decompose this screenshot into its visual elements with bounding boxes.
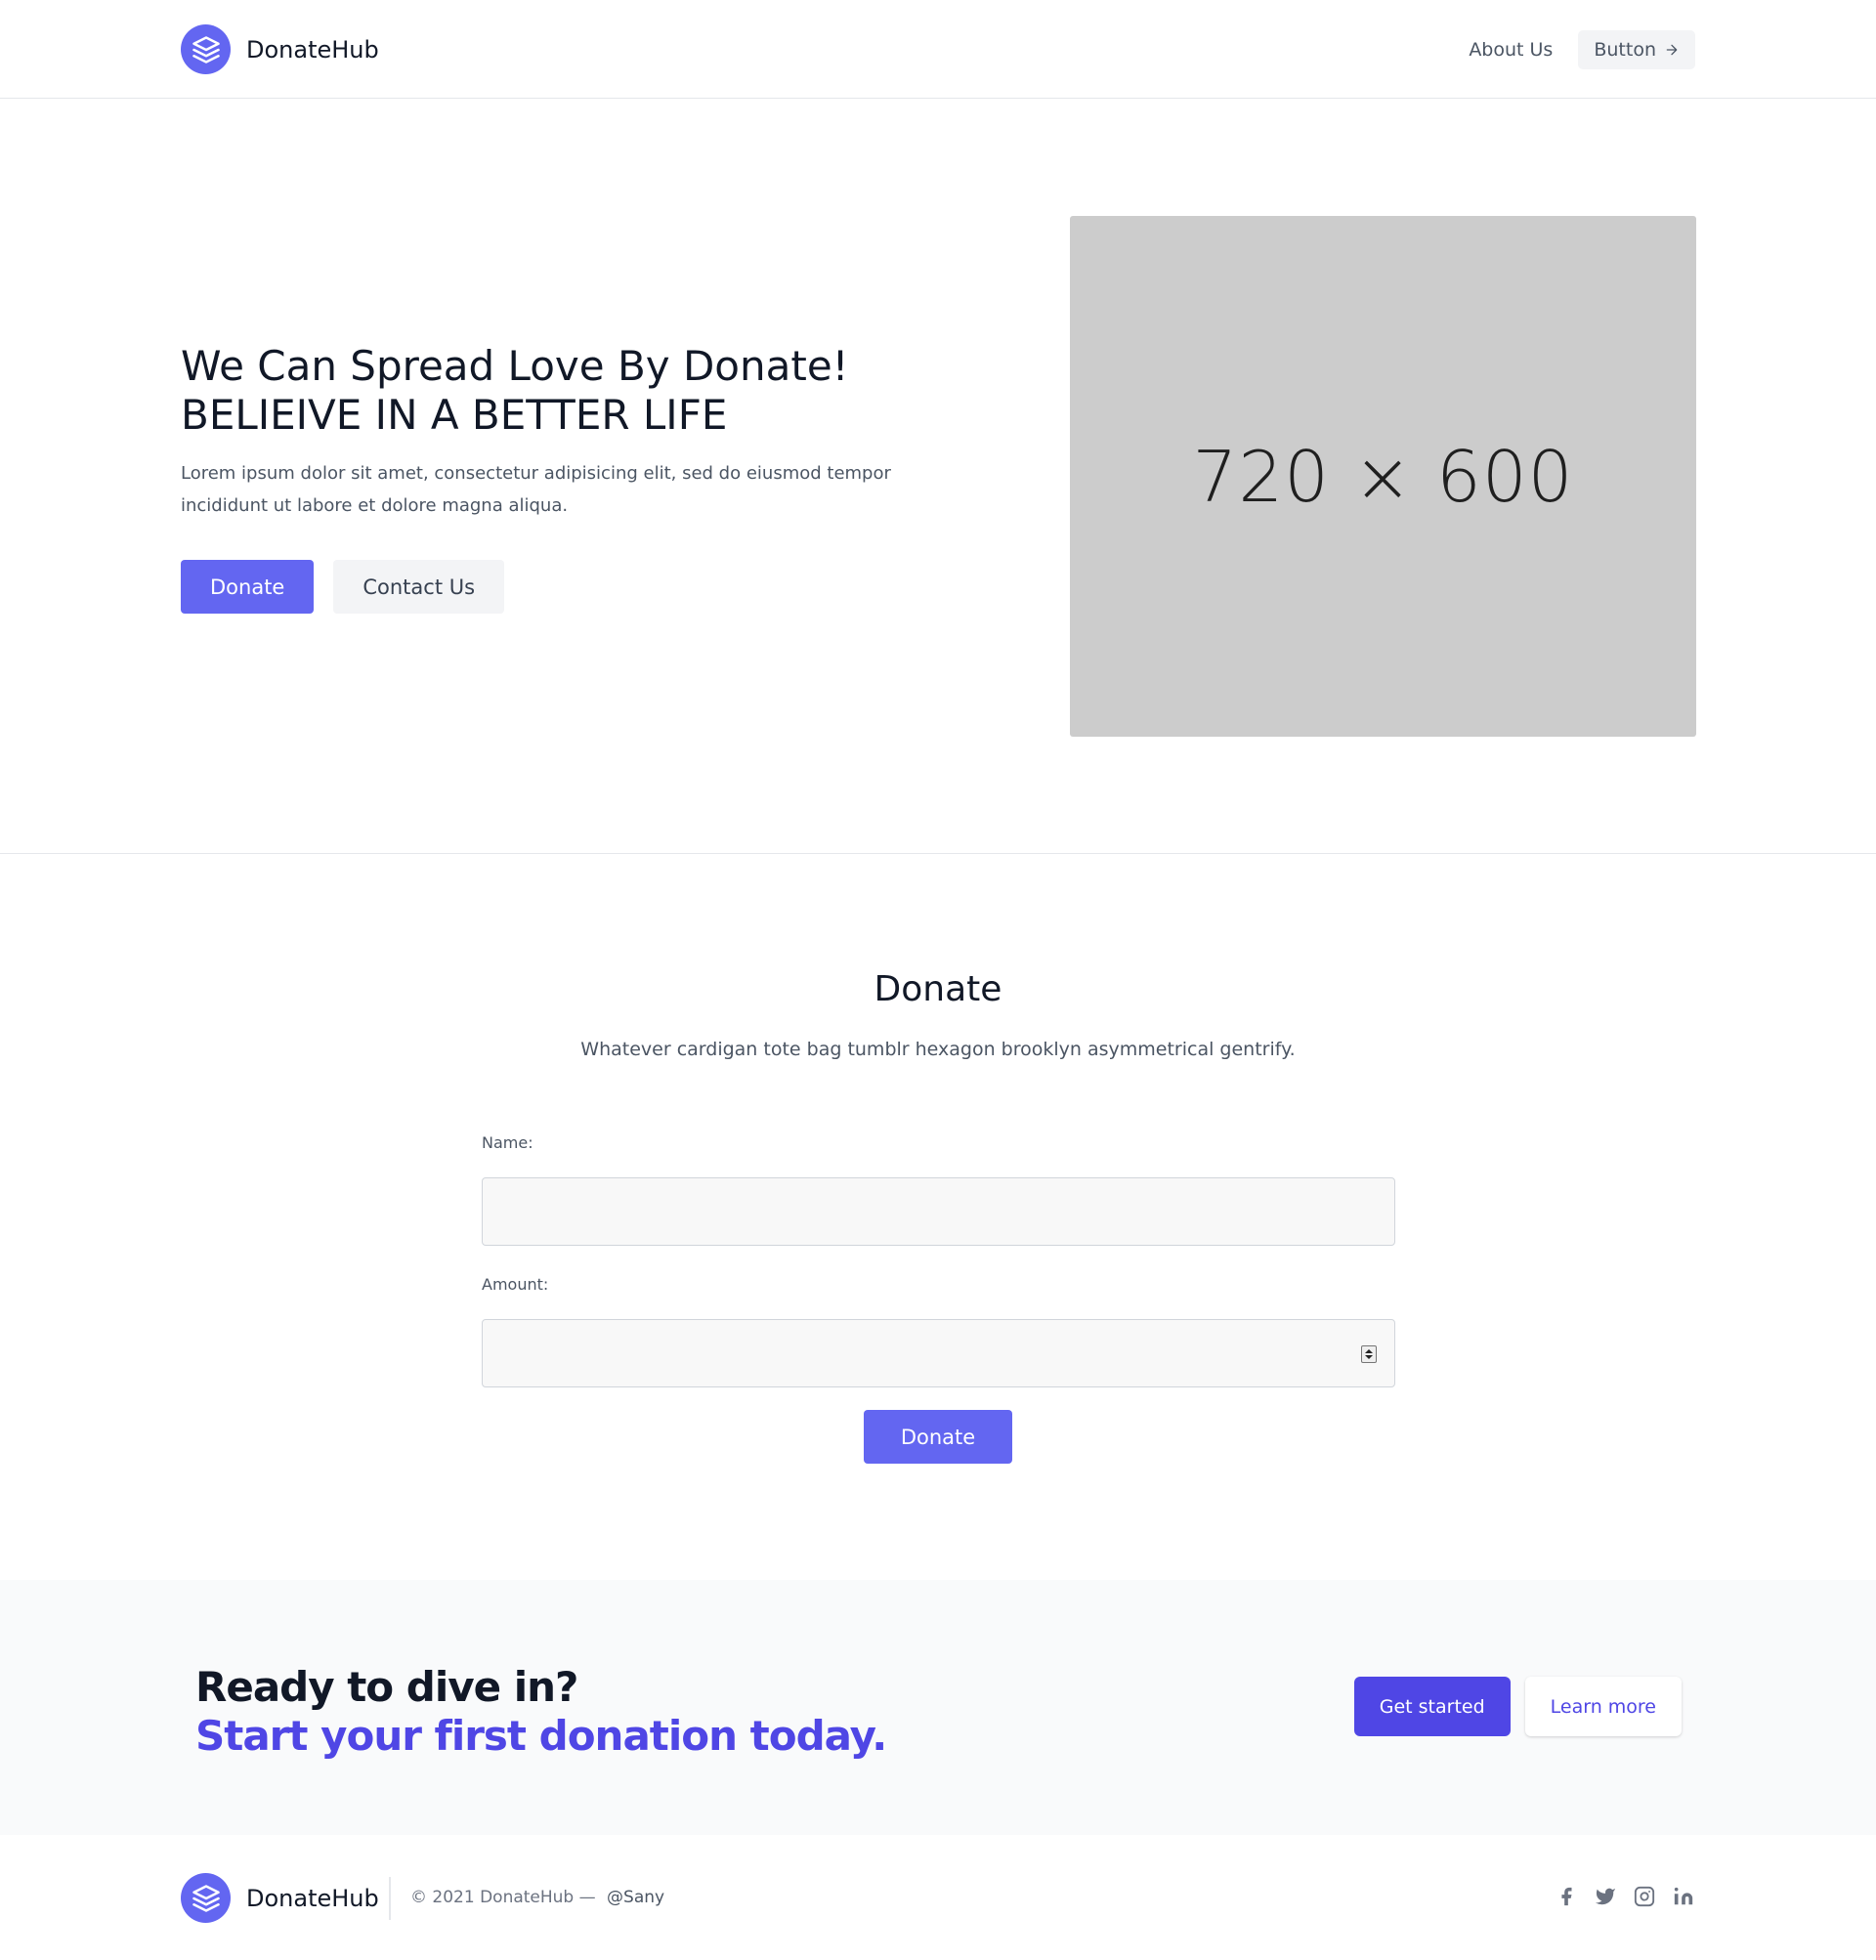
copyright-text: © 2021 DonateHub — (410, 1888, 596, 1907)
footer-separator (389, 1877, 391, 1920)
learn-more-button[interactable]: Learn more (1524, 1677, 1682, 1736)
brand-link[interactable]: DonateHub (181, 24, 379, 74)
cta-section: Ready to dive in? Start your first donat… (0, 1580, 1876, 1835)
hero-title-line1: We Can Spread Love By Donate! (181, 342, 849, 390)
hero-image-size-label: 720 × 600 (1192, 435, 1574, 518)
header-button-label: Button (1594, 38, 1656, 61)
site-header: DonateHub About Us Button (0, 0, 1876, 99)
cta-heading-line2: Start your first donation today. (195, 1712, 887, 1760)
get-started-button[interactable]: Get started (1353, 1677, 1511, 1736)
linkedin-icon[interactable] (1672, 1885, 1695, 1908)
section-divider (0, 853, 1876, 854)
hero-contact-button[interactable]: Contact Us (333, 560, 505, 614)
hero-description: Lorem ipsum dolor sit amet, consectetur … (181, 463, 891, 516)
author-handle-link[interactable]: @Sany (607, 1888, 664, 1907)
hero-image-placeholder: 720 × 600 (1070, 216, 1696, 737)
facebook-icon[interactable] (1555, 1885, 1578, 1908)
cta-heading-line1: Ready to dive in? (195, 1663, 578, 1711)
cta-heading: Ready to dive in? Start your first donat… (195, 1663, 887, 1761)
hero-title-line2: BELIEIVE IN A BETTER LIFE (181, 391, 728, 439)
hero-donate-button[interactable]: Donate (181, 560, 315, 614)
amount-stepper[interactable] (1361, 1345, 1377, 1363)
brand-name: DonateHub (246, 35, 379, 64)
footer-stack-logo-icon (181, 1873, 231, 1923)
hero-actions: Donate Contact Us (181, 560, 505, 614)
social-links (1555, 1885, 1695, 1908)
name-input[interactable] (482, 1177, 1395, 1246)
arrow-right-icon (1666, 44, 1678, 55)
nav-about-us-link[interactable]: About Us (1469, 39, 1553, 61)
main-nav: About Us Button (1469, 29, 1695, 69)
donate-section-title: Donate (874, 969, 1002, 1009)
donate-submit-button[interactable]: Donate (864, 1410, 1012, 1464)
footer-brand-name: DonateHub (246, 1884, 379, 1912)
footer-copyright: © 2021 DonateHub — @Sany (410, 1888, 664, 1907)
donate-section-subtitle: Whatever cardigan tote bag tumblr hexago… (580, 1039, 1296, 1060)
hero-title: We Can Spread Love By Donate! BELIEIVE I… (181, 342, 849, 440)
amount-input[interactable] (482, 1319, 1395, 1387)
footer-brand-link[interactable]: DonateHub (181, 1873, 379, 1923)
cta-actions: Get started Learn more (1353, 1677, 1682, 1736)
stack-logo-icon (181, 24, 231, 74)
twitter-icon[interactable] (1594, 1885, 1617, 1908)
header-button[interactable]: Button (1578, 29, 1695, 69)
stepper-up-icon[interactable] (1365, 1349, 1373, 1353)
name-field-label: Name: (482, 1133, 533, 1152)
stepper-down-icon[interactable] (1365, 1355, 1373, 1359)
amount-field-label: Amount: (482, 1275, 549, 1294)
instagram-icon[interactable] (1633, 1885, 1656, 1908)
